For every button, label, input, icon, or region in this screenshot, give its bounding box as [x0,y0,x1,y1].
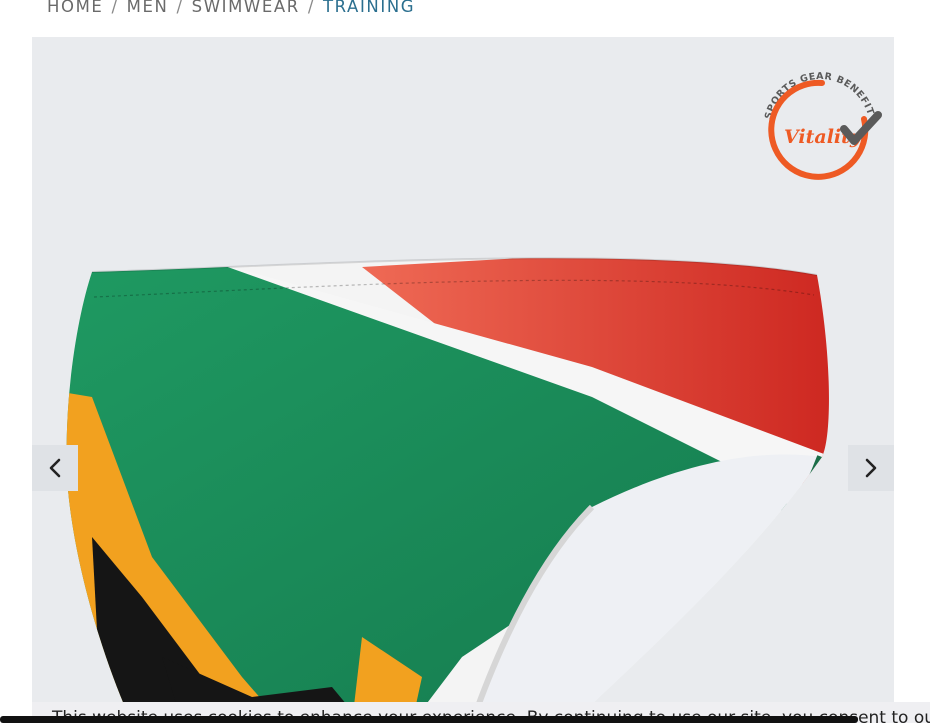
breadcrumb-men[interactable]: MEN [127,0,169,16]
badge-arc-text: SPORTS GEAR BENEFIT [763,71,876,120]
breadcrumb-home[interactable]: HOME [47,0,103,16]
product-image-gallery[interactable]: SPORTS GEAR BENEFIT Vitality [32,37,894,723]
gallery-prev-button[interactable] [32,445,78,491]
vitality-sports-gear-badge: SPORTS GEAR BENEFIT Vitality [763,71,882,180]
breadcrumb-training[interactable]: TRAINING [323,0,415,16]
breadcrumb-swimwear[interactable]: SWIMWEAR [192,0,300,16]
chevron-right-icon [865,458,877,478]
breadcrumb-separator: / [176,0,184,16]
breadcrumb-separator: / [307,0,315,16]
horizontal-scrollbar[interactable] [0,716,858,723]
breadcrumb-separator: / [111,0,119,16]
breadcrumb: HOME / MEN / SWIMWEAR / TRAINING [47,0,415,16]
gallery-next-button[interactable] [848,445,894,491]
chevron-left-icon [49,458,61,478]
swim-brief-graphic [66,258,829,723]
product-page: HOME / MEN / SWIMWEAR / TRAINING SPORTS … [0,0,930,723]
